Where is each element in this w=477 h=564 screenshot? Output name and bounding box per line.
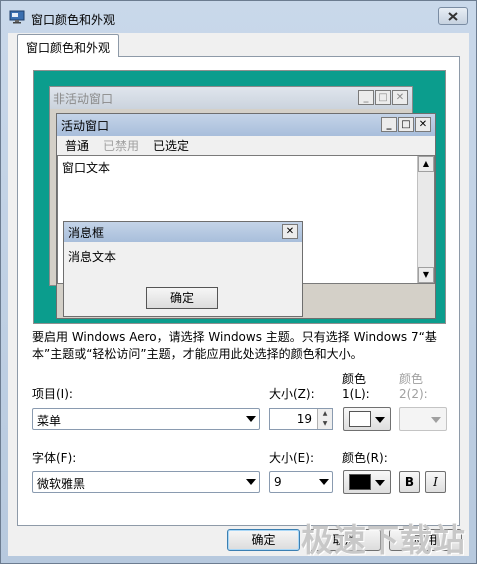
color1-label-line1: 颜色 (342, 372, 367, 386)
chevron-down-icon (375, 417, 385, 423)
maximize-icon: □ (375, 90, 391, 105)
tab-window-color[interactable]: 窗口颜色和外观 (17, 34, 120, 57)
minimize-icon: _ (381, 117, 397, 132)
bold-button[interactable]: B (399, 471, 420, 493)
chevron-down-icon (246, 479, 256, 485)
close-icon: ✕ (392, 90, 408, 105)
spin-down-icon[interactable]: ▼ (318, 419, 332, 429)
font-label: 字体(F): (32, 451, 77, 465)
preview-inactive-caption: 非活动窗口 _ □ ✕ (50, 87, 412, 109)
site-watermark: 极速下载站 (301, 521, 467, 559)
chevron-down-icon (319, 479, 329, 485)
close-icon: ✕ (415, 117, 431, 132)
preview-msgbox-text: 消息文本 (68, 250, 117, 264)
font-color-label: 颜色(R): (342, 451, 388, 465)
aero-notice: 要启用 Windows Aero，请选择 Windows 主题。只有选择 Win… (32, 330, 437, 361)
color1-label-line2: 1(L): (342, 387, 370, 401)
title-bar[interactable]: 窗口颜色和外观 (1, 1, 476, 33)
preview-active-title: 活动窗口 (61, 119, 110, 133)
color2-label-line2: 2(2): (399, 387, 428, 401)
close-icon (448, 11, 458, 21)
chevron-down-icon (246, 416, 256, 422)
preview-menu-selected[interactable]: 已选定 (153, 137, 189, 155)
color2-label-line1: 颜色 (399, 372, 424, 386)
preview-msgbox-ok-button[interactable]: 确定 (146, 287, 218, 309)
font-color-swatch (349, 474, 371, 490)
font-size-select[interactable]: 9 (269, 471, 333, 493)
preview-msgbox-caption: 消息框 ✕ (64, 222, 302, 242)
item-size-stepper[interactable]: 19 ▲ ▼ (269, 408, 333, 430)
close-button[interactable] (438, 7, 468, 25)
item-size-value: 19 (296, 412, 312, 426)
color2-button[interactable] (399, 407, 447, 431)
item-size-label: 大小(Z): (269, 387, 315, 401)
spin-up-icon[interactable]: ▲ (318, 409, 332, 419)
preview-active-caption: 活动窗口 _ □ ✕ (57, 114, 435, 136)
preview-msgbox-title: 消息框 (68, 226, 105, 240)
chevron-down-icon (375, 480, 385, 486)
scroll-down-icon[interactable]: ▼ (418, 267, 434, 283)
font-color-button[interactable] (343, 470, 391, 494)
ok-button[interactable]: 确定 (227, 529, 300, 551)
chevron-down-icon (431, 417, 441, 423)
color1-swatch (349, 411, 371, 427)
display-settings-icon (9, 10, 25, 24)
tab-panel: 非活动窗口 _ □ ✕ 活动窗口 _ □ ✕ 普通 已禁用 已选定 窗口文本 ▲… (17, 56, 460, 526)
font-size-value: 9 (274, 475, 282, 489)
preview-inactive-title: 非活动窗口 (53, 92, 114, 106)
window-title: 窗口颜色和外观 (31, 13, 116, 27)
color1-button[interactable] (343, 407, 391, 431)
dialog-client: 窗口颜色和外观 非活动窗口 _ □ ✕ 活动窗口 _ □ ✕ 普通 已禁用 已选… (8, 33, 469, 556)
font-select[interactable]: 微软雅黑 (32, 471, 260, 493)
appearance-preview[interactable]: 非活动窗口 _ □ ✕ 活动窗口 _ □ ✕ 普通 已禁用 已选定 窗口文本 ▲… (33, 70, 446, 324)
dialog-window: 窗口颜色和外观 窗口颜色和外观 非活动窗口 _ □ ✕ 活动窗口 _ □ ✕ 普… (0, 0, 477, 564)
close-icon: ✕ (282, 224, 298, 239)
item-select-value: 菜单 (37, 414, 62, 428)
minimize-icon: _ (358, 90, 374, 105)
font-select-value: 微软雅黑 (37, 477, 86, 491)
maximize-icon: □ (398, 117, 414, 132)
preview-menubar: 普通 已禁用 已选定 (57, 136, 435, 155)
item-label: 项目(I): (32, 387, 73, 401)
font-size-label: 大小(E): (269, 451, 314, 465)
preview-window-text: 窗口文本 (62, 161, 111, 175)
preview-menu-disabled[interactable]: 已禁用 (103, 137, 139, 155)
preview-scrollbar[interactable]: ▲ ▼ (417, 156, 434, 283)
preview-message-box[interactable]: 消息框 ✕ 消息文本 确定 (63, 221, 303, 317)
preview-menu-normal[interactable]: 普通 (65, 137, 89, 155)
scroll-up-icon[interactable]: ▲ (418, 156, 434, 172)
item-select[interactable]: 菜单 (32, 408, 260, 430)
italic-button[interactable]: I (425, 471, 446, 493)
